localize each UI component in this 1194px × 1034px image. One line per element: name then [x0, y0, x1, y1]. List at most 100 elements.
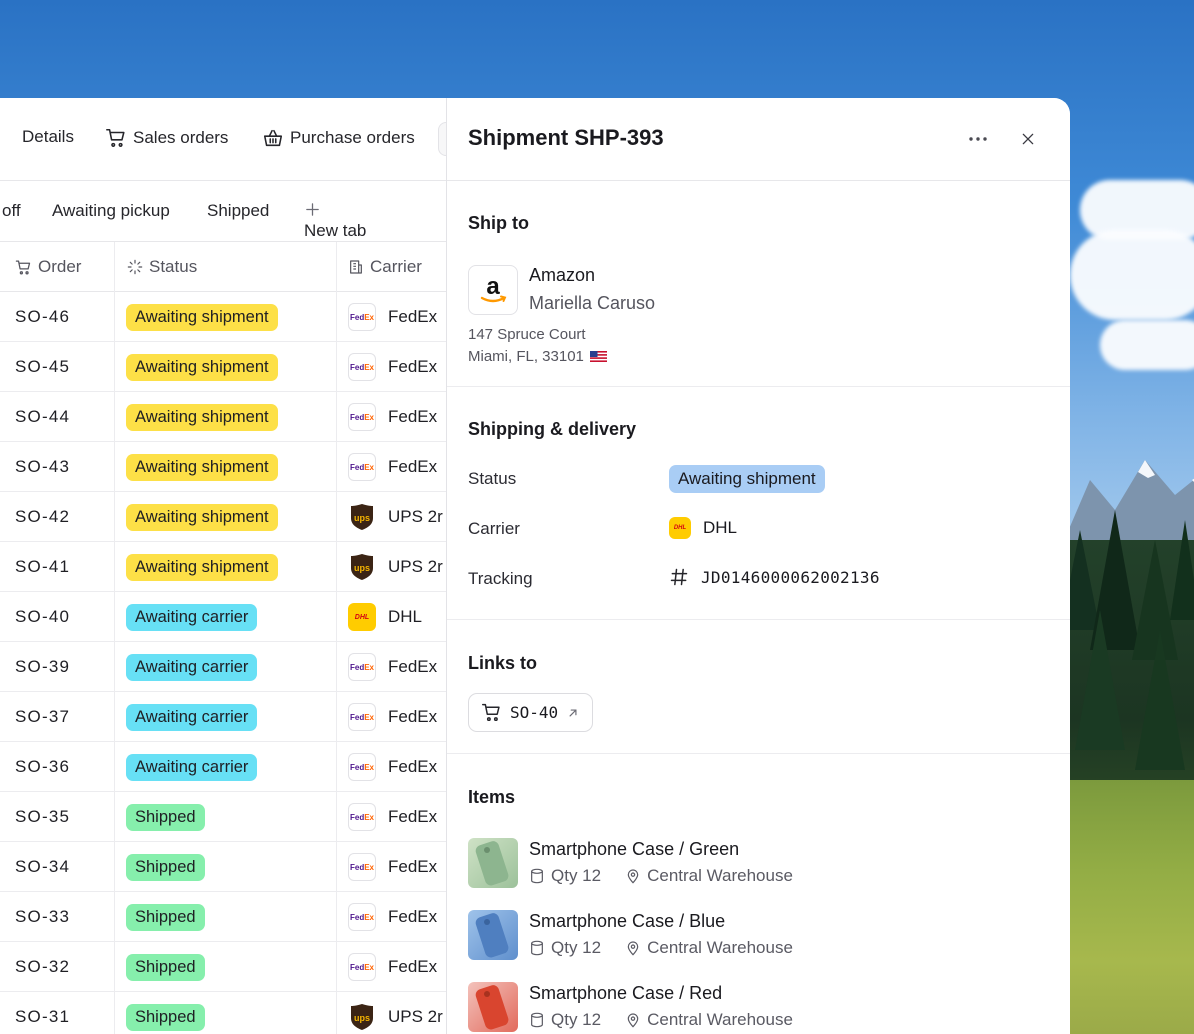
- linked-order-chip[interactable]: SO-40: [468, 693, 594, 732]
- database-icon: [531, 1012, 543, 1028]
- item-location: Central Warehouse: [647, 1010, 793, 1029]
- table-row[interactable]: SO-43 Awaiting shipment FedEx FedEx: [0, 442, 446, 492]
- new-tab-button[interactable]: New tab: [304, 201, 366, 240]
- fedex-logo-part: Fed: [349, 962, 365, 972]
- fedex-logo-part: Ex: [364, 812, 375, 822]
- fedex-logo-icon: FedEx: [348, 353, 376, 381]
- fedex-logo-text: FedEx: [350, 363, 374, 372]
- status-label: Status: [468, 469, 517, 488]
- fedex-logo-text: FedEx: [350, 963, 374, 972]
- carrier-cell: FedEx FedEx: [348, 392, 437, 442]
- table-row[interactable]: SO-39 Awaiting carrier FedEx FedEx: [0, 642, 446, 692]
- close-button[interactable]: [1015, 126, 1041, 152]
- fedex-logo-icon: FedEx: [348, 853, 376, 881]
- table-row[interactable]: SO-46 Awaiting shipment FedEx FedEx: [0, 292, 446, 342]
- cart-icon: [106, 128, 125, 147]
- view-tab-off[interactable]: off: [2, 201, 21, 221]
- more-options-button[interactable]: [965, 126, 991, 152]
- table-row[interactable]: SO-36 Awaiting carrier FedEx FedEx: [0, 742, 446, 792]
- table-row[interactable]: SO-45 Awaiting shipment FedEx FedEx: [0, 342, 446, 392]
- status-badge: Awaiting carrier: [126, 754, 258, 781]
- tab-sales-orders[interactable]: Sales orders: [105, 127, 228, 149]
- table-row[interactable]: SO-42 Awaiting shipment ups UPS 2r: [0, 492, 446, 542]
- view-tab-awaiting-pickup[interactable]: Awaiting pickup: [52, 201, 170, 221]
- fedex-logo-text: FedEx: [350, 813, 374, 822]
- cart-icon: [482, 703, 500, 722]
- amazon-logo: a: [468, 265, 518, 315]
- fedex-logo-part: Ex: [364, 362, 375, 372]
- table-row[interactable]: SO-33 Shipped FedEx FedEx: [0, 892, 446, 942]
- us-flag-icon: [589, 351, 607, 362]
- dhl-logo-icon: DHL: [669, 517, 691, 539]
- tab-details-label: Details: [22, 127, 74, 146]
- column-header-status-label: Status: [149, 257, 198, 276]
- fedex-logo-text: FedEx: [350, 413, 374, 422]
- column-header-carrier[interactable]: Carrier: [348, 242, 422, 292]
- item-location: Central Warehouse: [647, 938, 793, 957]
- carrier-name: FedEx: [388, 657, 438, 676]
- table-row[interactable]: SO-44 Awaiting shipment FedEx FedEx: [0, 392, 446, 442]
- table-row[interactable]: SO-40 Awaiting carrier DHL DHL: [0, 592, 446, 642]
- tab-overflow[interactable]: [438, 122, 446, 156]
- phone-case-image: [475, 985, 509, 1030]
- column-header-order[interactable]: Order: [15, 242, 81, 292]
- links-to-heading: Links to: [468, 653, 538, 673]
- carrier-cell: DHL DHL: [348, 592, 422, 642]
- status-badge: Awaiting shipment: [126, 504, 278, 531]
- carrier-name: FedEx: [388, 457, 438, 476]
- tracking-number: JD0146000062002136: [701, 567, 880, 587]
- carrier-name: FedEx: [388, 907, 438, 926]
- carrier-value[interactable]: DHL DHL: [669, 517, 737, 539]
- tracking-value[interactable]: JD0146000062002136: [669, 567, 880, 587]
- new-tab-label: New tab: [304, 221, 367, 240]
- item-qty: Qty 12: [551, 866, 602, 885]
- tab-sales-orders-label: Sales orders: [133, 128, 229, 147]
- fedex-logo-icon: FedEx: [348, 803, 376, 831]
- orders-panel: Details Sales orders Purchase orders off…: [0, 98, 446, 1034]
- shopping-basket-icon: [263, 129, 283, 147]
- location-pin-icon: [627, 1013, 639, 1028]
- order-id: SO-43: [15, 457, 71, 476]
- arrow-up-right-icon: [569, 709, 577, 716]
- status-badge: Shipped: [126, 854, 205, 881]
- fedex-logo-part: Ex: [364, 762, 375, 772]
- carrier-name: FedEx: [388, 807, 438, 826]
- ups-logo-icon: ups: [348, 553, 376, 581]
- carrier-name: UPS 2r: [388, 557, 443, 576]
- status-badge[interactable]: Awaiting shipment: [669, 465, 825, 493]
- fedex-logo-icon: FedEx: [348, 303, 376, 331]
- tab-purchase-orders[interactable]: Purchase orders: [262, 127, 415, 149]
- order-id: SO-36: [15, 757, 71, 776]
- table-row[interactable]: SO-34 Shipped FedEx FedEx: [0, 842, 446, 892]
- table-row[interactable]: SO-35 Shipped FedEx FedEx: [0, 792, 446, 842]
- shipment-detail-panel: Shipment SHP-393 Ship to a Amazon Mariel…: [446, 98, 1070, 1034]
- fedex-logo-icon: FedEx: [348, 453, 376, 481]
- fedex-logo-text: FedEx: [350, 913, 374, 922]
- hash-icon: [670, 568, 688, 586]
- fedex-logo-text: FedEx: [350, 863, 374, 872]
- carrier-cell: ups UPS 2r: [348, 992, 443, 1034]
- carrier-name: FedEx: [388, 407, 438, 426]
- database-icon: [531, 940, 543, 956]
- tab-details[interactable]: Details: [22, 127, 74, 147]
- divider: [447, 619, 1070, 620]
- item-meta: Qty 12 Central Warehouse: [529, 938, 793, 958]
- items-heading: Items: [468, 787, 516, 807]
- top-nav: Details Sales orders Purchase orders: [0, 98, 446, 181]
- table-row[interactable]: SO-32 Shipped FedEx FedEx: [0, 942, 446, 992]
- view-tabs: off Awaiting pickup Shipped New tab: [0, 181, 446, 242]
- fedex-logo-text: FedEx: [350, 463, 374, 472]
- app-window: Details Sales orders Purchase orders off…: [0, 98, 1070, 1034]
- carrier-name: FedEx: [388, 707, 438, 726]
- order-id: SO-31: [15, 1007, 71, 1026]
- table-row[interactable]: SO-37 Awaiting carrier FedEx FedEx: [0, 692, 446, 742]
- table-row[interactable]: SO-31 Shipped ups UPS 2r: [0, 992, 446, 1034]
- view-tab-shipped[interactable]: Shipped: [207, 201, 269, 221]
- status-badge: Shipped: [126, 954, 205, 981]
- table-row[interactable]: SO-41 Awaiting shipment ups UPS 2r: [0, 542, 446, 592]
- fedex-logo-icon: FedEx: [348, 903, 376, 931]
- order-id: SO-44: [15, 407, 71, 426]
- ship-to-address-line2-row: Miami, FL, 33101: [468, 348, 607, 365]
- column-header-status[interactable]: Status: [127, 242, 197, 292]
- status-badge: Awaiting shipment: [126, 454, 278, 481]
